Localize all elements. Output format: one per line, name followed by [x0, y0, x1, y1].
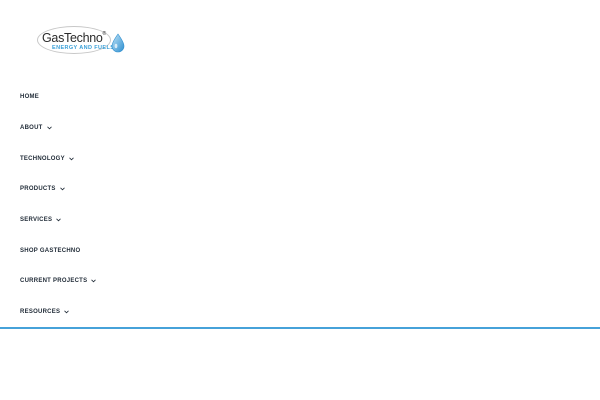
- nav-item-about[interactable]: ABOUT: [20, 113, 96, 144]
- chevron-down-icon: [59, 187, 65, 191]
- nav-item-products[interactable]: PRODUCTS: [20, 174, 96, 205]
- chevron-down-icon: [91, 279, 97, 283]
- logo-name: GasTechno: [42, 31, 103, 45]
- nav-item-label: SHOP GASTECHNO: [20, 247, 81, 254]
- header-divider: [0, 327, 600, 329]
- nav-item-label: RESOURCES: [20, 309, 61, 316]
- nav-item-label: HOME: [20, 94, 39, 101]
- chevron-down-icon: [69, 157, 74, 161]
- chevron-down-icon: [46, 126, 52, 130]
- site-logo[interactable]: GasTechno® ENERGY AND FUELS: [37, 24, 129, 58]
- nav-item-services[interactable]: SERVICES: [20, 205, 96, 236]
- nav-item-label: ABOUT: [20, 125, 43, 132]
- nav-item-label: PRODUCTS: [20, 186, 56, 193]
- nav-item-label: TECHNOLOGY: [20, 155, 65, 162]
- logo-wordmark: GasTechno®: [42, 31, 106, 45]
- nav-item-label: SERVICES: [20, 217, 53, 224]
- chevron-down-icon: [56, 218, 62, 222]
- water-drop-icon: [111, 33, 125, 53]
- nav-item-home[interactable]: HOME: [20, 82, 96, 113]
- nav-item-label: CURRENT PROJECTS: [20, 278, 88, 285]
- logo-tagline: ENERGY AND FUELS: [52, 45, 115, 51]
- nav-item-shop-gastechno[interactable]: SHOP GASTECHNO: [20, 235, 96, 266]
- nav-item-current-projects[interactable]: CURRENT PROJECTS: [20, 266, 97, 297]
- main-navigation: HOME ABOUT TECHNOLOGY PRODUCTS SERVICES …: [20, 82, 97, 328]
- chevron-down-icon: [64, 310, 70, 314]
- nav-item-technology[interactable]: TECHNOLOGY: [20, 143, 96, 174]
- nav-item-resources[interactable]: RESOURCES: [20, 297, 96, 328]
- registered-mark: ®: [102, 31, 107, 37]
